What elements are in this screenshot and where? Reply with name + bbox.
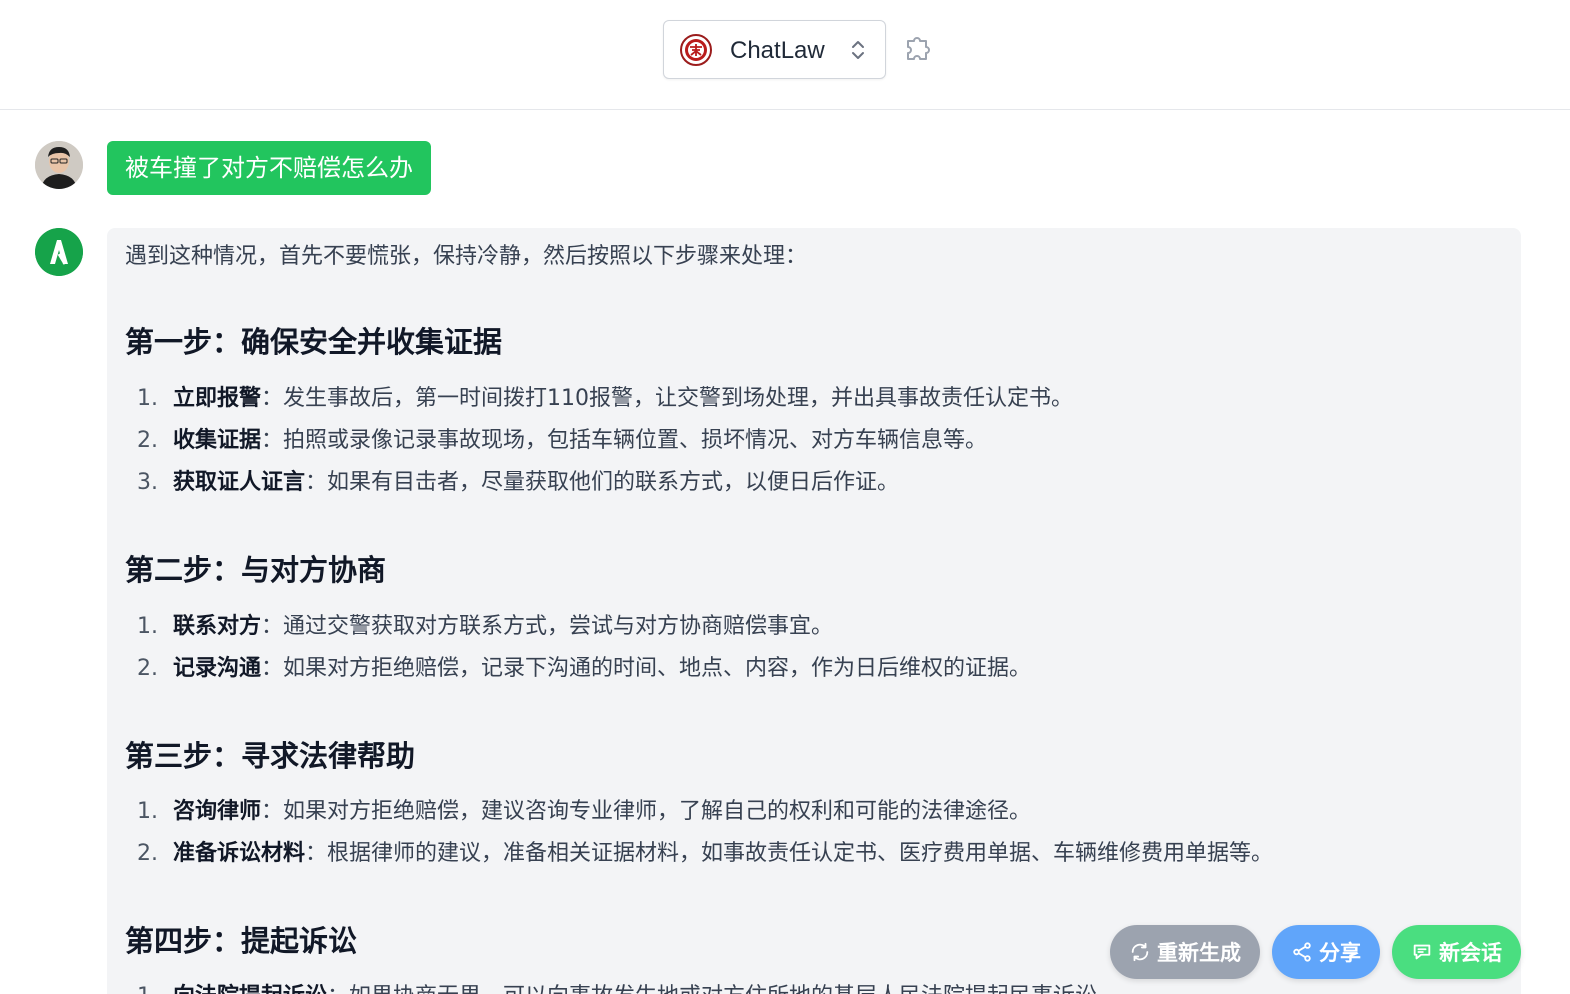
list-item: 2. 收集证据：拍照或录像记录事故现场，包括车辆位置、损坏情况、对方车辆信息等。 [137, 428, 988, 453]
step-4-title: 第四步：提起诉讼 [125, 924, 358, 958]
chatlaw-logo-icon [35, 228, 83, 276]
user-message-bubble: 被车撞了对方不赔偿怎么办 [107, 141, 431, 195]
university-seal-icon [680, 34, 712, 66]
step-2-title: 第二步：与对方协商 [125, 553, 387, 587]
list-item: 2. 记录沟通：如果对方拒绝赔偿，记录下沟通的时间、地点、内容，作为日后维权的证据… [137, 656, 1032, 681]
chevron-up-down-icon [852, 41, 864, 59]
user-avatar [35, 141, 83, 189]
share-icon [1293, 942, 1311, 962]
top-header: ChatLaw [0, 0, 1570, 110]
model-selector[interactable]: ChatLaw [663, 20, 886, 79]
list-item: 1. 立即报警：发生事故后，第一时间拨打110报警，让交警到场处理，并出具事故责任… [137, 386, 1074, 411]
bot-message-bubble: 遇到这种情况，首先不要慌张，保持冷静，然后按照以下步骤来处理： 第一步：确保安全… [107, 228, 1521, 994]
list-item: 2. 准备诉讼材料：根据律师的建议，准备相关证据材料，如事故责任认定书、医疗费用单… [137, 841, 1274, 866]
share-label: 分享 [1319, 941, 1361, 965]
refresh-icon [1131, 942, 1149, 962]
chat-bubble-icon [1413, 944, 1431, 960]
list-item: 1. 联系对方：通过交警获取对方联系方式，尝试与对方协商赔偿事宜。 [137, 614, 834, 639]
step-1-title: 第一步：确保安全并收集证据 [125, 325, 503, 359]
user-photo-icon [35, 141, 83, 189]
list-item: 1. 咨询律师：如果对方拒绝赔偿，建议咨询专业律师，了解自己的权利和可能的法律途径… [137, 799, 1032, 824]
regenerate-button[interactable]: 重新生成 [1110, 925, 1260, 979]
regenerate-label: 重新生成 [1157, 941, 1241, 965]
bot-intro-text: 遇到这种情况，首先不要慌张，保持冷静，然后按照以下步骤来处理： [125, 244, 808, 269]
new-chat-button[interactable]: 新会话 [1392, 925, 1521, 979]
model-name: ChatLaw [730, 37, 825, 64]
step-3-title: 第三步：寻求法律帮助 [125, 739, 416, 773]
list-item: 3. 获取证人证言：如果有目击者，尽量获取他们的联系方式，以便日后作证。 [137, 470, 900, 495]
puzzle-piece-icon[interactable] [902, 29, 938, 65]
bot-avatar [35, 228, 83, 276]
new-chat-label: 新会话 [1439, 941, 1502, 965]
list-item: 1.向法院提起诉讼：如果协商无果，可以向事故发生地或对方住所地的基层人民法院提起… [137, 982, 1119, 994]
share-button[interactable]: 分享 [1272, 925, 1380, 979]
